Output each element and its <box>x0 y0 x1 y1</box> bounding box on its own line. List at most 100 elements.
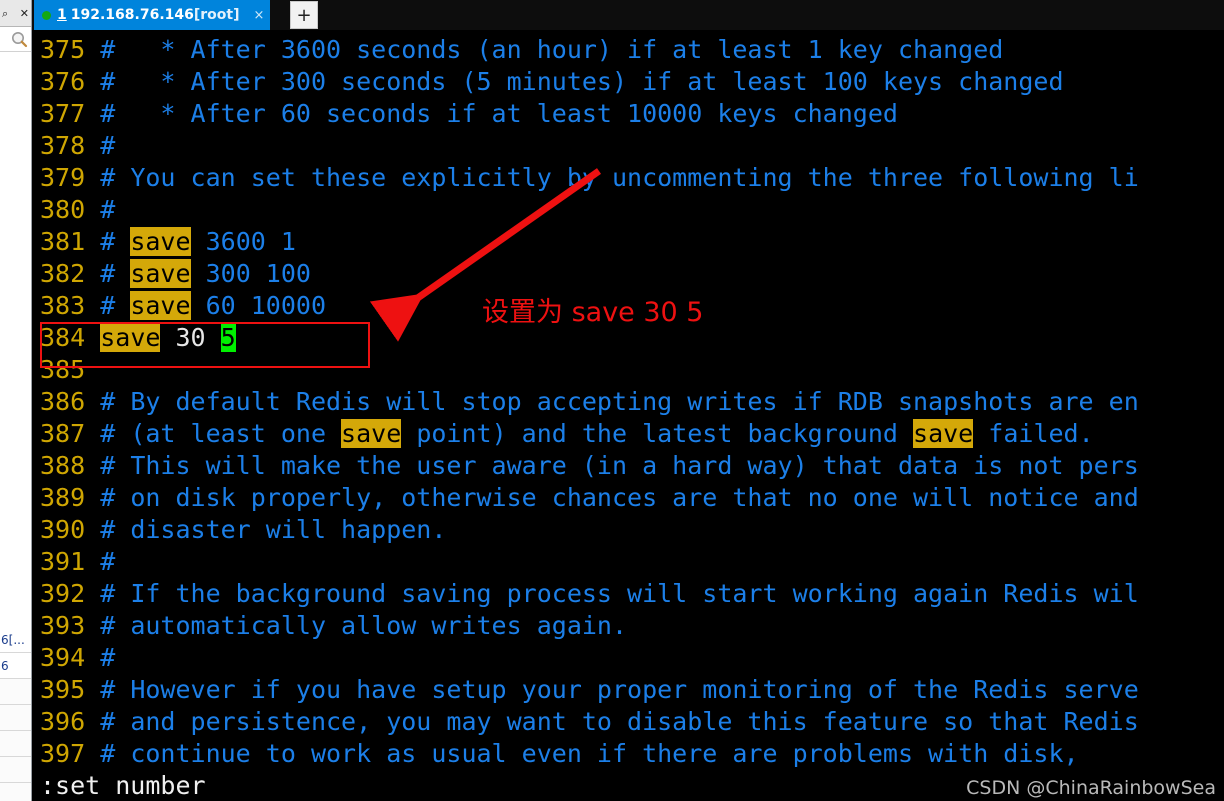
watermark-text: CSDN @ChinaRainbowSea <box>966 777 1216 799</box>
code-text: You can set these explicitly by uncommen… <box>130 163 1139 192</box>
editor-line[interactable]: 390 # disaster will happen. <box>40 514 1139 546</box>
tab-session-192-168-76-146[interactable]: 1 192.168.76.146 [root] × <box>34 0 271 30</box>
code-text: automatically allow writes again. <box>130 611 628 640</box>
line-number: 381 <box>40 227 101 256</box>
line-number: 390 <box>40 515 101 544</box>
list-item[interactable] <box>0 705 31 731</box>
editor-line[interactable]: 388 # This will make the user aware (in … <box>40 450 1139 482</box>
line-number: 377 <box>40 99 101 128</box>
editor-line[interactable]: 375 # * After 3600 seconds (an hour) if … <box>40 34 1139 66</box>
editor-line[interactable]: 378 # <box>40 130 1139 162</box>
line-number: 388 <box>40 451 101 480</box>
dock-header: ⌕ ✕ <box>0 0 31 27</box>
code-text: # <box>100 259 131 288</box>
code-text: # <box>100 707 131 736</box>
editor-line[interactable]: 386 # By default Redis will stop accepti… <box>40 386 1139 418</box>
tab-close-icon[interactable]: × <box>254 9 265 22</box>
code-text: # <box>100 643 116 672</box>
editor-line[interactable]: 379 # You can set these explicitly by un… <box>40 162 1139 194</box>
line-number: 397 <box>40 739 101 768</box>
line-number: 380 <box>40 195 101 224</box>
code-text: and persistence, you may want to disable… <box>130 707 1139 736</box>
code-text: * After 300 seconds (5 minutes) if at le… <box>130 67 1064 96</box>
list-item[interactable] <box>0 679 31 705</box>
code-text: By default Redis will stop accepting wri… <box>130 387 1139 416</box>
editor-line[interactable]: 376 # * After 300 seconds (5 minutes) if… <box>40 66 1139 98</box>
line-number: 395 <box>40 675 101 704</box>
code-text: If the background saving process will st… <box>130 579 1139 608</box>
code-text: # <box>100 483 131 512</box>
code-text: # <box>100 35 131 64</box>
tab-user-label: [root] <box>193 7 240 23</box>
tab-bar: 1 192.168.76.146 [root] × + <box>32 0 1224 30</box>
list-item[interactable] <box>0 731 31 757</box>
editor-line[interactable]: 389 # on disk properly, otherwise chance… <box>40 482 1139 514</box>
search-match-highlight: save <box>341 419 402 448</box>
line-number: 376 <box>40 67 101 96</box>
list-item[interactable]: 6[... <box>0 627 31 653</box>
code-text: # <box>100 67 131 96</box>
left-dock-panel: ⌕ ✕ 6[... 6 <box>0 0 32 801</box>
code-text: on disk properly, otherwise chances are … <box>130 483 1139 512</box>
dock-list: 6[... 6 <box>0 627 31 801</box>
line-number: 392 <box>40 579 101 608</box>
terminal-viewport[interactable]: 375 # * After 3600 seconds (an hour) if … <box>32 30 1224 801</box>
editor-line[interactable]: 377 # * After 60 seconds if at least 100… <box>40 98 1139 130</box>
code-text: # <box>100 291 131 320</box>
new-tab-button[interactable]: + <box>290 1 318 29</box>
code-text: # <box>100 547 116 576</box>
code-text: # <box>100 611 131 640</box>
code-text: # <box>100 579 131 608</box>
search-icon[interactable] <box>11 31 28 48</box>
line-number: 386 <box>40 387 101 416</box>
editor-line[interactable]: 385 <box>40 354 1139 386</box>
code-text: # <box>100 675 131 704</box>
code-text: # <box>100 515 131 544</box>
status-dot-icon <box>42 10 51 20</box>
code-text: # <box>100 227 131 256</box>
editor-line[interactable]: 387 # (at least one save point) and the … <box>40 418 1139 450</box>
line-number: 385 <box>40 355 101 384</box>
list-item[interactable] <box>0 757 31 783</box>
editor-line[interactable]: 391 # <box>40 546 1139 578</box>
code-text: point) and the latest background <box>401 419 914 448</box>
line-number: 394 <box>40 643 101 672</box>
editor-line[interactable]: 381 # save 3600 1 <box>40 226 1139 258</box>
line-number: 389 <box>40 483 101 512</box>
dock-body <box>0 52 31 627</box>
line-number: 393 <box>40 611 101 640</box>
code-text: 3600 1 <box>190 227 296 256</box>
editor-line[interactable]: 396 # and persistence, you may want to d… <box>40 706 1139 738</box>
code-text: (at least one <box>130 419 342 448</box>
editor-line[interactable]: 380 # <box>40 194 1139 226</box>
code-text: However if you have setup your proper mo… <box>130 675 1139 704</box>
editor-line[interactable]: 397 # continue to work as usual even if … <box>40 738 1139 770</box>
line-number: 383 <box>40 291 101 320</box>
code-text: failed. <box>973 419 1094 448</box>
line-number: 391 <box>40 547 101 576</box>
code-text: * After 3600 seconds (an hour) if at lea… <box>130 35 1004 64</box>
code-text: 60 10000 <box>190 291 327 320</box>
dock-search-row[interactable] <box>0 27 31 52</box>
cursor-cell: 5 <box>220 323 236 352</box>
editor-line[interactable]: 394 # <box>40 642 1139 674</box>
code-text: # <box>100 451 131 480</box>
list-item[interactable]: 6 <box>0 653 31 679</box>
close-icon[interactable]: ✕ <box>20 8 29 19</box>
pin-icon[interactable]: ⌕ <box>2 8 8 19</box>
editor-line[interactable]: 384 save 30 5 <box>40 322 1139 354</box>
editor-line[interactable]: 392 # If the background saving process w… <box>40 578 1139 610</box>
code-text: 300 100 <box>190 259 311 288</box>
editor-line[interactable]: 383 # save 60 10000 <box>40 290 1139 322</box>
editor-line[interactable]: 393 # automatically allow writes again. <box>40 610 1139 642</box>
editor-line[interactable]: 382 # save 300 100 <box>40 258 1139 290</box>
code-text: 30 <box>160 323 221 352</box>
search-match-highlight: save <box>130 259 191 288</box>
tab-title-label: 192.168.76.146 <box>70 7 194 23</box>
list-item[interactable] <box>0 783 31 801</box>
code-text: This will make the user aware (in a hard… <box>130 451 1139 480</box>
tab-index-label: 1 <box>57 7 67 23</box>
line-number: 378 <box>40 131 101 160</box>
editor-line[interactable]: 395 # However if you have setup your pro… <box>40 674 1139 706</box>
editor-buffer[interactable]: 375 # * After 3600 seconds (an hour) if … <box>40 34 1139 770</box>
